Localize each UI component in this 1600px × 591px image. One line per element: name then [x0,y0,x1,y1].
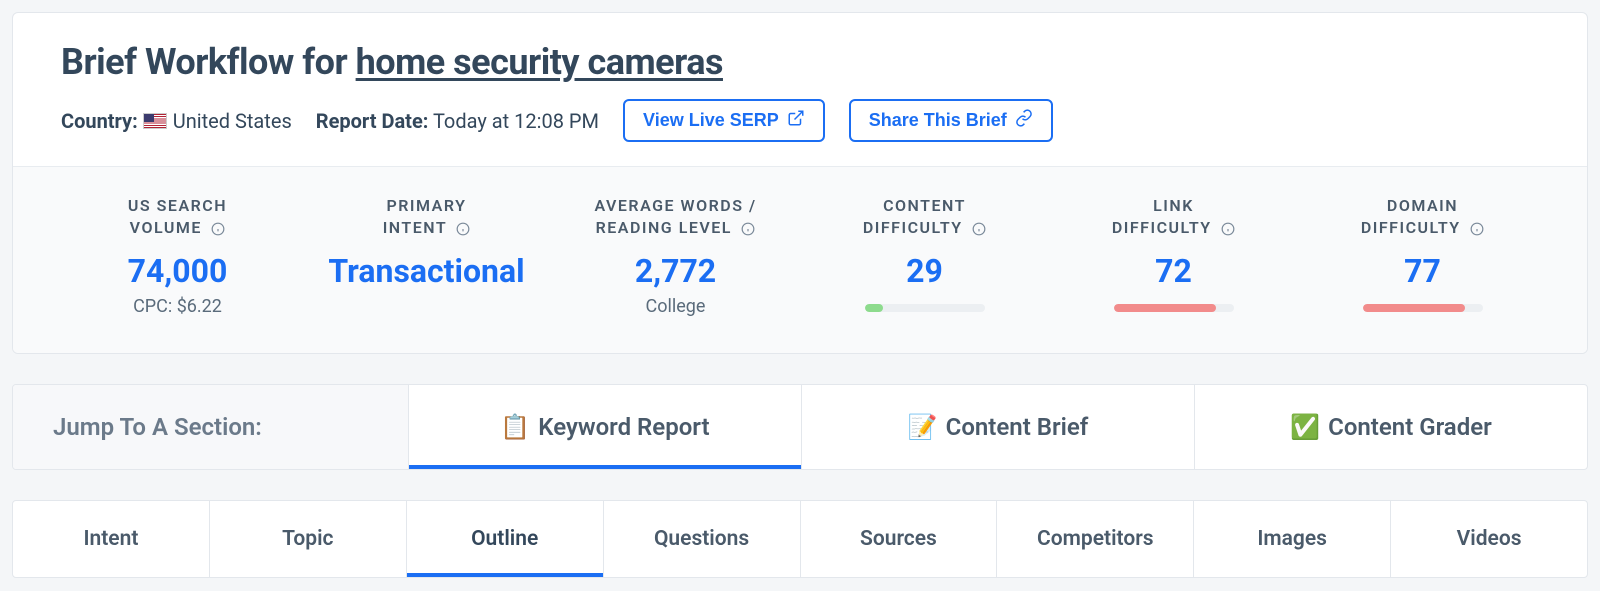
tab-content-brief[interactable]: 📝Content Brief [802,385,1195,469]
link-icon [1015,109,1033,132]
difficulty-bar [865,304,985,312]
sub-tab-outline[interactable]: Outline [407,501,604,577]
country-label: Country: [61,109,138,133]
difficulty-bar [1363,304,1483,312]
external-link-icon [787,109,805,132]
info-icon[interactable] [741,222,755,236]
sub-tab-competitors[interactable]: Competitors [997,501,1194,577]
country-group: Country: United States [61,109,292,133]
stat-label: US SEARCH VOLUME [63,195,292,240]
stat-label: DOMAIN DIFFICULTY [1308,195,1537,240]
sub-tab-topic[interactable]: Topic [210,501,407,577]
tab-keyword-report[interactable]: 📋Keyword Report [409,385,802,469]
stat-value: 29 [810,252,1039,290]
sub-tab-videos[interactable]: Videos [1391,501,1587,577]
sub-tabs: Intent Topic Outline Questions Sources C… [12,500,1588,578]
tab-content-grader[interactable]: ✅Content Grader [1195,385,1587,469]
difficulty-bar [1114,304,1234,312]
title-keyword: home security cameras [356,41,723,83]
title-prefix: Brief Workflow for [61,41,356,83]
memo-icon: 📝 [908,413,938,441]
stat-label: AVERAGE WORDS / READING LEVEL [561,195,790,240]
stat-value: 72 [1059,252,1288,290]
country-value: United States [173,109,292,133]
stat-value: 74,000 [63,252,292,290]
stat-label: CONTENT DIFFICULTY [810,195,1039,240]
stat-content-difficulty: CONTENT DIFFICULTY 29 [800,195,1049,317]
stat-sub: College [561,296,790,317]
stat-label: PRIMARY INTENT [312,195,541,240]
section-tabs: Jump To A Section: 📋Keyword Report 📝Cont… [12,384,1588,470]
stat-label: LINK DIFFICULTY [1059,195,1288,240]
meta-row: Country: United States Report Date: Toda… [61,99,1539,142]
stat-domain-difficulty: DOMAIN DIFFICULTY 77 [1298,195,1547,317]
stat-search-volume: US SEARCH VOLUME 74,000 CPC: $6.22 [53,195,302,317]
share-brief-button[interactable]: Share This Brief [849,99,1053,142]
bar-fill [1363,304,1465,312]
info-icon[interactable] [456,222,470,236]
share-brief-label: Share This Brief [869,110,1007,131]
page-title: Brief Workflow for home security cameras [61,41,1539,83]
info-icon[interactable] [972,222,986,236]
info-icon[interactable] [1470,222,1484,236]
card-header: Brief Workflow for home security cameras… [13,13,1587,166]
bar-fill [865,304,883,312]
sub-tab-intent[interactable]: Intent [13,501,210,577]
stat-sub: CPC: $6.22 [63,296,292,317]
sub-tab-questions[interactable]: Questions [604,501,801,577]
report-date-value: Today at 12:08 PM [433,109,599,133]
clipboard-icon: 📋 [500,413,530,441]
info-icon[interactable] [1221,222,1235,236]
us-flag-icon [143,113,167,129]
sub-tab-images[interactable]: Images [1194,501,1391,577]
report-date-group: Report Date: Today at 12:08 PM [316,109,599,133]
info-icon[interactable] [211,222,225,236]
stat-value: Transactional [312,252,541,290]
stat-link-difficulty: LINK DIFFICULTY 72 [1049,195,1298,317]
view-live-serp-button[interactable]: View Live SERP [623,99,825,142]
check-icon: ✅ [1290,413,1320,441]
brief-summary-card: Brief Workflow for home security cameras… [12,12,1588,354]
sub-tab-sources[interactable]: Sources [801,501,998,577]
bar-fill [1114,304,1216,312]
stat-primary-intent: PRIMARY INTENT Transactional [302,195,551,317]
stat-value: 77 [1308,252,1537,290]
section-tabs-lead: Jump To A Section: [13,385,409,469]
stat-avg-words: AVERAGE WORDS / READING LEVEL 2,772 Coll… [551,195,800,317]
stats-row: US SEARCH VOLUME 74,000 CPC: $6.22 PRIMA… [13,166,1587,353]
view-live-serp-label: View Live SERP [643,110,779,131]
stat-value: 2,772 [561,252,790,290]
report-date-label: Report Date: [316,109,429,133]
